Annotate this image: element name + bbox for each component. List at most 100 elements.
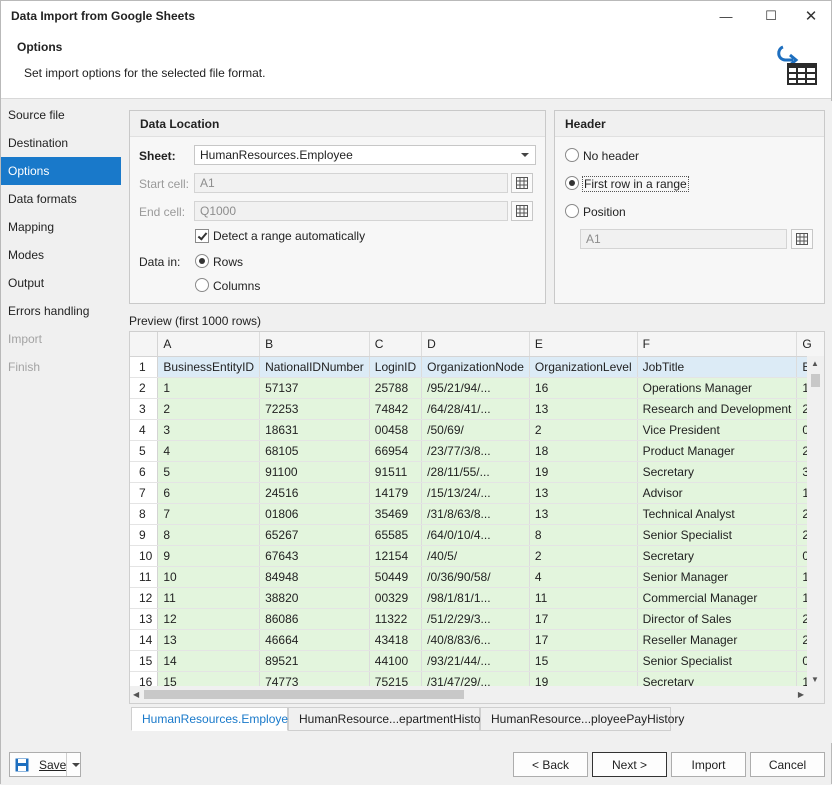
table-cell[interactable]: LoginID [369,356,423,378]
cancel-button[interactable]: Cancel [750,752,825,777]
table-cell[interactable]: 11322 [369,608,423,630]
table-cell[interactable]: 2 [157,398,261,420]
first-row-radio[interactable] [565,176,579,190]
table-cell[interactable]: 46664 [259,629,370,651]
nav-item-mapping[interactable]: Mapping [1,213,121,241]
table-cell[interactable]: 15 [529,650,638,672]
table-cell[interactable]: 4 [529,566,638,588]
table-cell[interactable]: Senior Specialist [637,524,798,546]
table-cell[interactable]: 13 [529,503,638,525]
table-cell[interactable]: 91511 [369,461,423,483]
table-cell[interactable]: 66954 [369,440,423,462]
horizontal-scrollbar[interactable]: ◀ ▶ [130,686,824,703]
table-cell[interactable]: Reseller Manager [637,629,798,651]
table-cell[interactable]: NationalIDNumber [259,356,370,378]
table-cell[interactable]: /28/11/55/... [421,461,530,483]
table-cell[interactable]: 5 [157,461,261,483]
table-cell[interactable]: 8 [529,524,638,546]
table-cell[interactable]: 13 [529,482,638,504]
table-cell[interactable]: 68105 [259,440,370,462]
preview-grid[interactable]: ABCDEFGHI1BusinessEntityIDNationalIDNumb… [129,331,825,704]
close-icon[interactable]: ✕ [796,1,826,31]
table-cell[interactable]: /0/36/90/58/ [421,566,530,588]
table-cell[interactable]: 74842 [369,398,423,420]
no-header-label[interactable]: No header [583,149,639,163]
table-cell[interactable]: OrganizationLevel [529,356,638,378]
table-cell[interactable]: Research and Development [637,398,798,420]
table-cell[interactable]: /64/28/41/... [421,398,530,420]
table-cell[interactable]: 18 [529,440,638,462]
chevron-down-icon[interactable] [72,763,80,767]
table-cell[interactable]: 16 [529,377,638,399]
table-cell[interactable]: BusinessEntityID [157,356,261,378]
table-cell[interactable]: 11 [157,587,261,609]
vertical-scrollbar[interactable]: ▲ ▼ [807,356,824,686]
table-cell[interactable]: 13 [529,398,638,420]
columns-radio[interactable] [195,278,209,292]
nav-item-errors-handling[interactable]: Errors handling [1,297,121,325]
detect-range-label[interactable]: Detect a range automatically [213,229,365,243]
table-cell[interactable]: /15/13/24/... [421,482,530,504]
table-cell[interactable]: /40/5/ [421,545,530,567]
nav-item-source-file[interactable]: Source file [1,101,121,129]
table-cell[interactable]: 6 [157,482,261,504]
columns-label[interactable]: Columns [213,279,260,293]
table-cell[interactable]: 3 [157,419,261,441]
horizontal-scroll-thumb[interactable] [144,690,464,699]
table-cell[interactable]: 25788 [369,377,423,399]
table-cell[interactable]: /51/2/29/3... [421,608,530,630]
table-cell[interactable]: JobTitle [637,356,798,378]
table-cell[interactable]: /93/21/44/... [421,650,530,672]
table-cell[interactable]: 50449 [369,566,423,588]
table-cell[interactable]: 35469 [369,503,423,525]
table-cell[interactable]: 4 [157,440,261,462]
nav-item-output[interactable]: Output [1,269,121,297]
vertical-scroll-thumb[interactable] [811,374,820,387]
table-cell[interactable]: Commercial Manager [637,587,798,609]
table-cell[interactable]: Secretary [637,545,798,567]
table-cell[interactable]: 14179 [369,482,423,504]
table-cell[interactable]: /23/77/3/8... [421,440,530,462]
table-cell[interactable]: 86086 [259,608,370,630]
position-radio[interactable] [565,204,579,218]
table-cell[interactable]: 38820 [259,587,370,609]
next-button[interactable]: Next > [592,752,667,777]
table-cell[interactable]: 65267 [259,524,370,546]
minimize-icon[interactable]: — [711,1,741,31]
tab-sheet-employee[interactable]: HumanResources.Employee [131,707,295,731]
table-cell[interactable]: Vice President [637,419,798,441]
table-cell[interactable]: 9 [157,545,261,567]
nav-item-data-formats[interactable]: Data formats [1,185,121,213]
table-cell[interactable]: 24516 [259,482,370,504]
table-cell[interactable]: 91100 [259,461,370,483]
position-label[interactable]: Position [583,205,626,219]
table-cell[interactable]: Secretary [637,461,798,483]
nav-item-destination[interactable]: Destination [1,129,121,157]
detect-range-checkbox[interactable] [195,229,209,243]
table-cell[interactable]: /64/0/10/4... [421,524,530,546]
scroll-left-icon[interactable]: ◀ [133,690,139,699]
table-cell[interactable]: 13 [157,629,261,651]
tab-sheet-pay-history[interactable]: HumanResource...ployeePayHistory [480,707,684,731]
back-button[interactable]: < Back [513,752,588,777]
table-cell[interactable]: Product Manager [637,440,798,462]
maximize-icon[interactable]: ☐ [756,1,786,31]
table-cell[interactable]: 14 [157,650,261,672]
table-cell[interactable]: 17 [529,629,638,651]
table-cell[interactable]: 2 [529,419,638,441]
tab-sheet-department-history[interactable]: HumanResource...epartmentHistory [288,707,490,731]
rows-radio[interactable] [195,254,209,268]
table-cell[interactable]: Operations Manager [637,377,798,399]
table-cell[interactable]: OrganizationNode [421,356,530,378]
table-cell[interactable]: 18631 [259,419,370,441]
scroll-down-icon[interactable]: ▼ [811,675,819,684]
nav-item-options[interactable]: Options [1,157,121,185]
table-cell[interactable]: 44100 [369,650,423,672]
position-input[interactable]: A1 [580,229,787,249]
table-cell[interactable]: /95/21/94/... [421,377,530,399]
nav-item-modes[interactable]: Modes [1,241,121,269]
table-cell[interactable]: Director of Sales [637,608,798,630]
table-cell[interactable]: 00458 [369,419,423,441]
first-row-label[interactable]: First row in a range [582,176,689,192]
table-cell[interactable]: 8 [157,524,261,546]
